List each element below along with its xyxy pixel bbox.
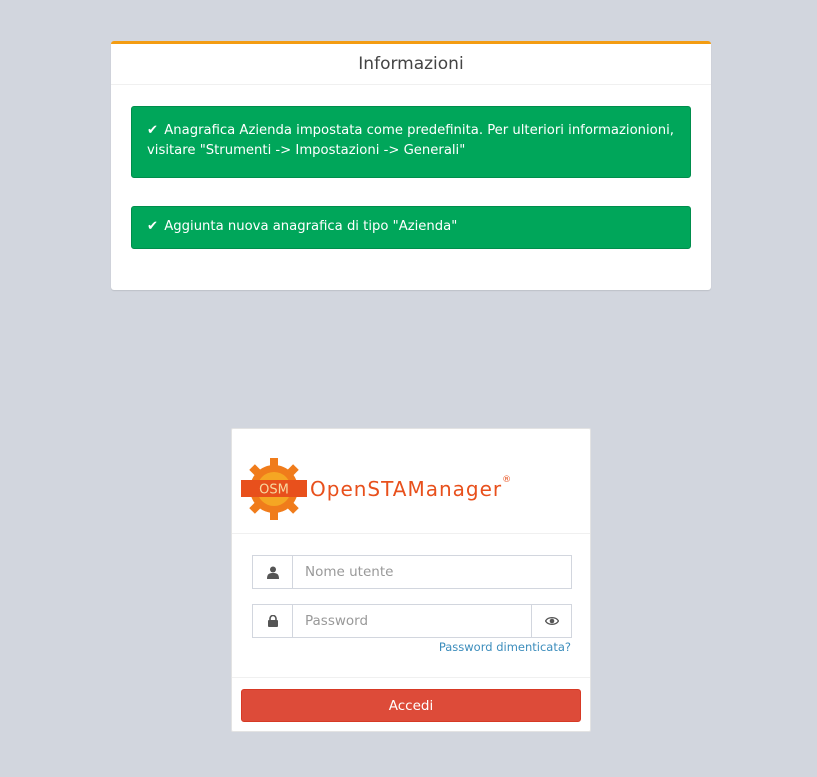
info-title: Informazioni xyxy=(358,54,464,74)
password-group xyxy=(252,604,572,638)
success-alert: ✔ Anagrafica Azienda impostata come pred… xyxy=(131,106,691,178)
logo-badge: OSM xyxy=(259,483,289,498)
username-input[interactable] xyxy=(292,555,572,589)
registered-mark: ® xyxy=(502,475,513,485)
alert-text: Anagrafica Azienda impostata come predef… xyxy=(147,123,674,158)
forgot-password-link[interactable]: Password dimenticata? xyxy=(439,640,571,654)
logo-text: OpenSTAManager xyxy=(310,477,503,501)
username-group xyxy=(252,555,572,589)
divider xyxy=(232,677,590,678)
password-input[interactable] xyxy=(292,604,532,638)
success-alert: ✔ Aggiunta nuova anagrafica di tipo "Azi… xyxy=(131,206,691,249)
info-box: Informazioni ✔ Anagrafica Azienda impost… xyxy=(111,41,711,290)
show-password-eye-icon[interactable] xyxy=(532,604,572,638)
check-icon: ✔ xyxy=(147,219,159,234)
lock-icon xyxy=(252,604,292,638)
gear-logo-icon: OSM xyxy=(241,458,307,520)
logo-wordmark: OpenSTAManager® xyxy=(310,475,513,501)
logo-area: OSM OpenSTAManager® xyxy=(232,429,590,534)
user-icon xyxy=(252,555,292,589)
login-button[interactable]: Accedi xyxy=(241,689,581,722)
info-header: Informazioni xyxy=(111,44,711,85)
alert-text: Aggiunta nuova anagrafica di tipo "Azien… xyxy=(164,219,458,234)
check-icon: ✔ xyxy=(147,123,159,138)
login-box: OSM OpenSTAManager® Password dimenticata… xyxy=(231,428,591,732)
